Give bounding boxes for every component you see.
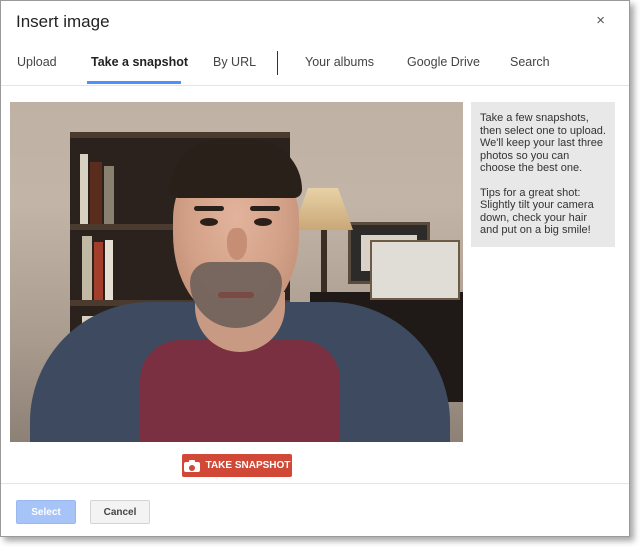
- close-icon[interactable]: ×: [596, 13, 605, 29]
- tab-take-a-snapshot[interactable]: Take a snapshot: [91, 55, 188, 69]
- tab-upload[interactable]: Upload: [17, 55, 57, 69]
- dialog-footer: Select Cancel: [1, 483, 629, 536]
- eye: [254, 218, 272, 226]
- picture-frame: [370, 240, 460, 300]
- nose: [227, 228, 247, 260]
- active-tab-indicator: [87, 81, 181, 84]
- cancel-button[interactable]: Cancel: [90, 500, 150, 524]
- book: [82, 236, 92, 300]
- select-button[interactable]: Select: [16, 500, 76, 524]
- book: [80, 154, 88, 224]
- book: [90, 162, 102, 224]
- camera-icon: [183, 459, 200, 472]
- tab-bar: Upload Take a snapshot By URL Your album…: [1, 45, 629, 86]
- tip-paragraph-tips: Tips for a great shot: Slightly tilt you…: [480, 186, 594, 237]
- tab-divider: [277, 51, 278, 75]
- tab-google-drive[interactable]: Google Drive: [407, 55, 480, 69]
- eyebrow: [194, 206, 224, 211]
- tip-paragraph-intro: Take a few snapshots, then select one to…: [480, 112, 606, 174]
- eye: [200, 218, 218, 226]
- mouth: [218, 292, 254, 298]
- snapshot-tips-panel: Take a few snapshots, then select one to…: [471, 102, 615, 247]
- book: [104, 166, 114, 224]
- lamp: [293, 188, 353, 230]
- shelf: [70, 132, 290, 138]
- eyebrow: [250, 206, 280, 211]
- take-snapshot-button[interactable]: TAKE SNAPSHOT: [182, 454, 292, 477]
- insert-image-dialog: Insert image × Upload Take a snapshot By…: [0, 0, 630, 537]
- tab-search[interactable]: Search: [510, 55, 550, 69]
- tab-your-albums[interactable]: Your albums: [305, 55, 374, 69]
- book: [94, 242, 103, 300]
- webcam-preview: [10, 102, 463, 442]
- take-snapshot-label: TAKE SNAPSHOT: [205, 460, 291, 471]
- person-shirt-front: [140, 340, 340, 442]
- lamp-base: [321, 230, 327, 300]
- tab-by-url[interactable]: By URL: [213, 55, 256, 69]
- book: [105, 240, 113, 300]
- dialog-title: Insert image: [16, 12, 110, 31]
